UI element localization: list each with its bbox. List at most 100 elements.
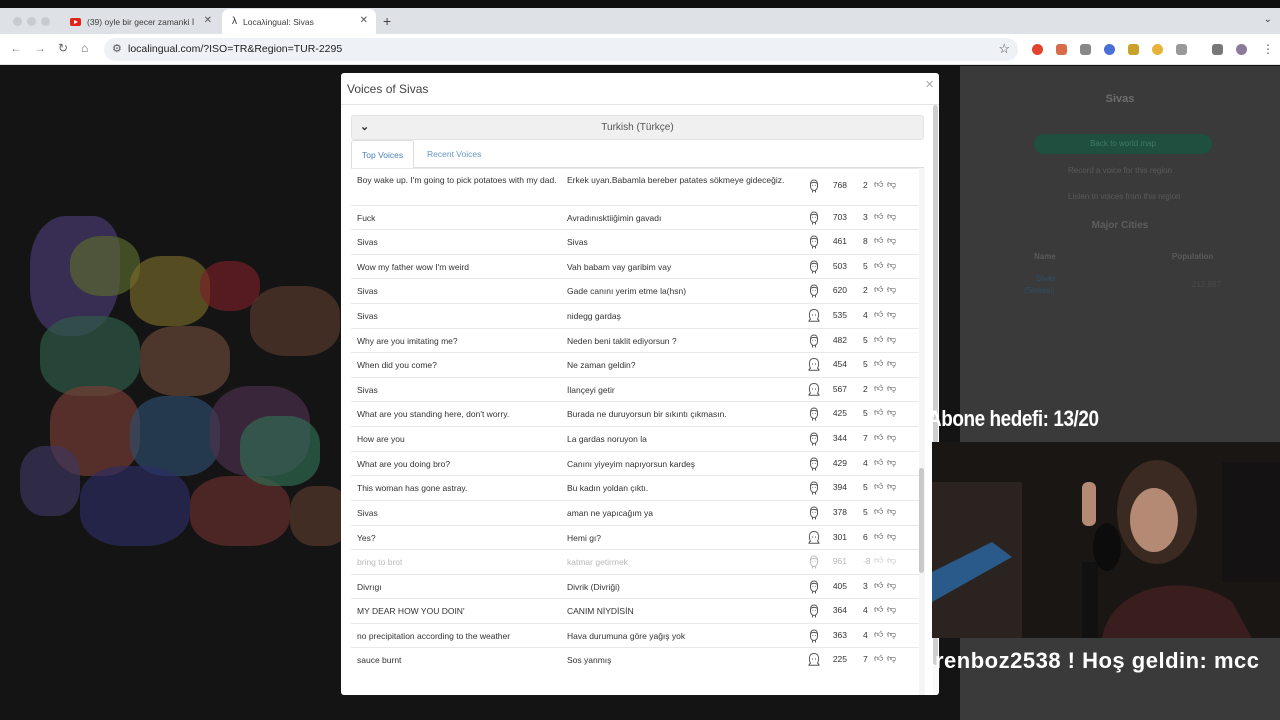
menu-icon[interactable]: ⋮	[1262, 42, 1274, 56]
map-region[interactable]	[250, 286, 340, 356]
male-voice-icon[interactable]	[806, 178, 822, 194]
female-voice-icon[interactable]	[806, 308, 822, 324]
female-voice-icon[interactable]	[806, 530, 822, 546]
thumbs-down-icon[interactable]: 👎︎	[887, 407, 896, 418]
list-item[interactable]: This woman has gone astray. Bu kadın yold…	[351, 475, 919, 500]
thumbs-down-icon[interactable]: 👎︎	[887, 531, 896, 542]
reading-list-icon[interactable]	[1212, 44, 1223, 55]
close-tab-icon[interactable]: ✕	[360, 15, 368, 26]
thumbs-up-icon[interactable]: 👍︎	[874, 211, 883, 222]
map-region[interactable]	[200, 261, 260, 311]
close-window-button[interactable]	[13, 17, 22, 26]
list-item[interactable]: bring to brot katmar getirmek 961 -8 👍︎ 👎︎	[351, 549, 919, 574]
male-voice-icon[interactable]	[806, 456, 822, 472]
extension-icon[interactable]	[1128, 44, 1139, 55]
thumbs-up-icon[interactable]: 👍︎	[874, 629, 883, 640]
maximize-window-button[interactable]	[41, 17, 50, 26]
thumbs-up-icon[interactable]: 👍︎	[874, 179, 883, 190]
thumbs-up-icon[interactable]: 👍︎	[874, 481, 883, 492]
map-region[interactable]	[130, 256, 210, 326]
male-voice-icon[interactable]	[806, 283, 822, 299]
map-region[interactable]	[130, 396, 220, 476]
tab-youtube[interactable]: (39) oyle bir gecer zamanki İ ✕	[60, 9, 220, 34]
thumbs-down-icon[interactable]: 👎︎	[887, 604, 896, 615]
reload-icon[interactable]: ↻	[58, 41, 68, 55]
list-scrollbar[interactable]	[919, 168, 925, 695]
thumbs-up-icon[interactable]: 👍︎	[874, 580, 883, 591]
thumbs-down-icon[interactable]: 👎︎	[887, 653, 896, 664]
bookmark-star-icon[interactable]: ☆	[998, 41, 1010, 57]
close-tab-icon[interactable]: ✕	[204, 15, 212, 26]
thumbs-down-icon[interactable]: 👎︎	[887, 383, 896, 394]
thumbs-down-icon[interactable]: 👎︎	[887, 260, 896, 271]
thumbs-down-icon[interactable]: 👎︎	[887, 506, 896, 517]
minimize-window-button[interactable]	[27, 17, 36, 26]
list-item[interactable]: Divrıgı Divrik (Divriği) 405 3 👍︎ 👎︎	[351, 574, 919, 599]
thumbs-down-icon[interactable]: 👎︎	[887, 457, 896, 468]
list-item[interactable]: Yes? Hemi gı? 301 6 👍︎ 👎︎	[351, 525, 919, 550]
thumbs-up-icon[interactable]: 👍︎	[874, 604, 883, 615]
female-voice-icon[interactable]	[806, 382, 822, 398]
male-voice-icon[interactable]	[806, 234, 822, 250]
male-voice-icon[interactable]	[806, 210, 822, 226]
thumbs-down-icon[interactable]: 👎︎	[887, 481, 896, 492]
home-icon[interactable]: ⌂	[81, 41, 88, 55]
map-region[interactable]	[140, 326, 230, 396]
list-item[interactable]: How are you La gardas noruyon la 344 7 👍︎ 👎︎	[351, 426, 919, 451]
map-region[interactable]	[190, 476, 290, 546]
avatar[interactable]	[1236, 44, 1247, 55]
list-item[interactable]: Why are you imitating me? Neden beni takl…	[351, 328, 919, 353]
male-voice-icon[interactable]	[806, 628, 822, 644]
male-voice-icon[interactable]	[806, 505, 822, 521]
list-item[interactable]: sauce burnt Sos yanmış 225 7 👍︎ 👎︎	[351, 647, 919, 672]
map-region[interactable]	[80, 466, 190, 546]
thumbs-down-icon[interactable]: 👎︎	[887, 179, 896, 190]
thumbs-up-icon[interactable]: 👍︎	[874, 383, 883, 394]
tab-localingual[interactable]: λ Locaλingual: Sivas ✕	[222, 9, 376, 34]
male-voice-icon[interactable]	[806, 579, 822, 595]
tab-search-icon[interactable]: ⌄	[1264, 14, 1272, 25]
extension-icon[interactable]	[1104, 44, 1115, 55]
back-icon[interactable]: ←	[10, 41, 22, 55]
extension-icon[interactable]	[1152, 44, 1163, 55]
extension-icon[interactable]	[1080, 44, 1091, 55]
list-item[interactable]: MY DEAR HOW YOU DOIN' CANIM NİYDİSİN 364 4 👍…	[351, 598, 919, 623]
thumbs-down-icon[interactable]: 👎︎	[887, 334, 896, 345]
list-item[interactable]: Fuck Avradınısktiiğimin gavadı 703 3 👍︎ 👎︎	[351, 205, 919, 230]
thumbs-up-icon[interactable]: 👍︎	[874, 432, 883, 443]
scroll-thumb[interactable]	[919, 468, 924, 573]
puzzle-icon[interactable]	[1176, 44, 1187, 55]
thumbs-down-icon[interactable]: 👎︎	[887, 580, 896, 591]
list-item[interactable]: When did you come? Ne zaman geldin? 454 5 👍︎…	[351, 352, 919, 377]
female-voice-icon[interactable]	[806, 652, 822, 668]
thumbs-up-icon[interactable]: 👍︎	[874, 358, 883, 369]
thumbs-up-icon[interactable]: 👍︎	[874, 506, 883, 517]
male-voice-icon[interactable]	[806, 431, 822, 447]
language-accordion[interactable]: ⌄ Turkish (Türkçe)	[351, 115, 924, 140]
thumbs-down-icon[interactable]: 👎︎	[887, 358, 896, 369]
thumbs-down-icon[interactable]: 👎︎	[887, 432, 896, 443]
thumbs-down-icon[interactable]: 👎︎	[887, 555, 896, 566]
list-item[interactable]: Sivas aman ne yapıcağım ya 378 5 👍︎ 👎︎	[351, 500, 919, 525]
site-info-icon[interactable]: ⚙	[112, 42, 122, 55]
male-voice-icon[interactable]	[806, 554, 822, 570]
city-sub-link[interactable]: (Sivassi)	[1024, 286, 1055, 295]
new-tab-button[interactable]: +	[383, 13, 391, 29]
male-voice-icon[interactable]	[806, 333, 822, 349]
list-item[interactable]: What are you standing here, don't worry.…	[351, 401, 919, 426]
list-item[interactable]: no precipitation according to the weathe…	[351, 623, 919, 648]
extension-icon[interactable]	[1032, 44, 1043, 55]
tab-recent-voices[interactable]: Recent Voices	[417, 140, 491, 168]
thumbs-up-icon[interactable]: 👍︎	[874, 284, 883, 295]
list-item[interactable]: Sivas Sivas 461 8 👍︎ 👎︎	[351, 229, 919, 254]
list-item[interactable]: What are you doing bro? Canını yiyeyim na…	[351, 451, 919, 476]
list-item[interactable]: Sivas İlançeyi getir 567 2 👍︎ 👎︎	[351, 377, 919, 402]
male-voice-icon[interactable]	[806, 480, 822, 496]
male-voice-icon[interactable]	[806, 603, 822, 619]
female-voice-icon[interactable]	[806, 357, 822, 373]
city-name-link[interactable]: Sivas	[1036, 274, 1056, 283]
male-voice-icon[interactable]	[806, 406, 822, 422]
tab-top-voices[interactable]: Top Voices	[351, 140, 415, 169]
thumbs-up-icon[interactable]: 👍︎	[874, 334, 883, 345]
thumbs-up-icon[interactable]: 👍︎	[874, 235, 883, 246]
